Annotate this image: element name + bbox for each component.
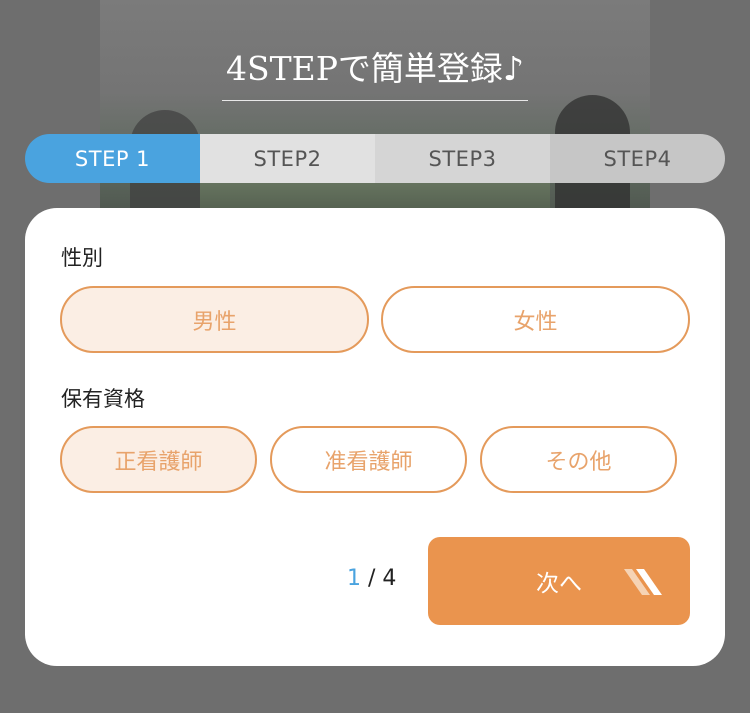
- step-1: STEP 1: [25, 134, 200, 183]
- page-title: 4STEPで簡単登録♪: [222, 42, 528, 101]
- page-title-wrap: 4STEPで簡単登録♪: [0, 42, 750, 101]
- pager-total: 4: [382, 566, 397, 591]
- hero-photo: [100, 0, 650, 230]
- qualification-label: 保有資格: [61, 387, 145, 411]
- qualification-option-practical-nurse[interactable]: 准看護師: [270, 426, 467, 493]
- step-4: STEP4: [550, 134, 725, 183]
- next-button-label: 次へ: [536, 571, 582, 597]
- gender-label: 性別: [61, 246, 103, 270]
- step-pager: 1 / 4: [347, 566, 396, 591]
- qualification-option-other[interactable]: その他: [480, 426, 677, 493]
- step-3: STEP3: [375, 134, 550, 183]
- pager-current: 1: [347, 566, 361, 591]
- pager-separator: /: [361, 566, 383, 591]
- gender-option-male[interactable]: 男性: [60, 286, 369, 353]
- next-button[interactable]: 次へ: [428, 537, 690, 625]
- gender-option-female[interactable]: 女性: [381, 286, 690, 353]
- step-progress-bar: STEP 1 STEP2 STEP3 STEP4: [25, 134, 725, 183]
- step-2: STEP2: [200, 134, 375, 183]
- qualification-option-registered-nurse[interactable]: 正看護師: [60, 426, 257, 493]
- double-slash-arrow-icon: [624, 569, 662, 595]
- registration-card: 性別 男性 女性 保有資格 正看護師 准看護師 その他 1 / 4 次へ: [25, 208, 725, 666]
